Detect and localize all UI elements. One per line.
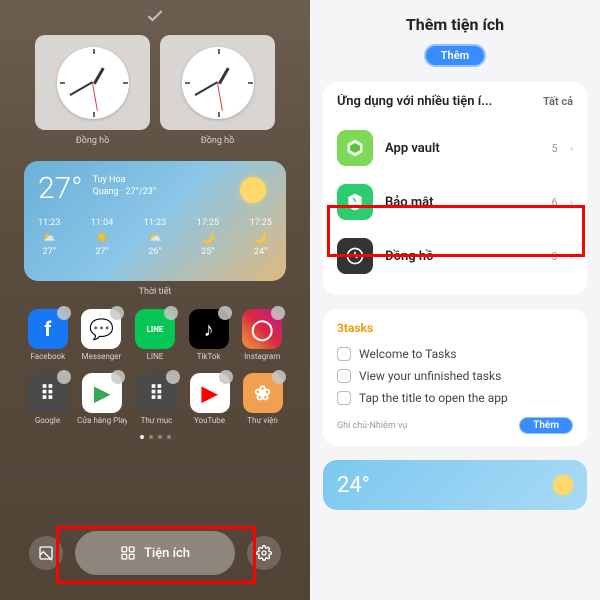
hourly-forecast-item: 11:04☀️27° [91,218,113,257]
widget-picker-panel: Thêm tiện ích Thêm Ứng dụng với nhiều ti… [310,0,600,600]
add-widget-button[interactable]: Thêm [424,44,486,67]
see-all-button[interactable]: Tất cả [543,95,573,108]
hourly-forecast-item: 17:25🌙25° [197,218,219,257]
app-cửa-hàng-play[interactable]: ▶Cửa hàng Play [77,373,127,425]
checkbox-icon[interactable] [337,347,351,361]
tasks-footer-label: Ghi chú·Nhiệm vụ [337,421,407,431]
checkbox-icon[interactable] [337,369,351,383]
task-item[interactable]: Tap the title to open the app [337,387,573,409]
highlight-security-row [327,205,585,257]
app-messenger[interactable]: 💬Messenger [78,309,126,361]
weather-location: Tuy Hoa [93,175,157,187]
add-task-widget-button[interactable]: Thêm [519,417,573,434]
clock-widget-preview[interactable]: Đồng hồ [160,35,275,146]
temperature: 24° [337,473,370,498]
weather-widget-label: Thời tiết [10,287,300,297]
weather-detail: Quang · 27°/23° [93,187,157,199]
clock-label: Đồng hồ [76,136,110,146]
sun-icon [553,475,573,495]
confirm-icon[interactable] [145,6,165,30]
checkbox-icon[interactable] [337,391,351,405]
app-thư-mục[interactable]: ⠿Thư mục [133,373,180,425]
hourly-forecast-item: 11:23⛅26° [144,218,166,257]
app-tiktok[interactable]: ♪TikTok [185,309,233,361]
task-item[interactable]: View your unfinished tasks [337,365,573,387]
app-instagram[interactable]: ◯Instagram [238,309,286,361]
highlight-widgets-button [56,526,256,584]
app-line[interactable]: LINELINE [131,309,179,361]
app-thư-viện[interactable]: ❀Thư viện [239,373,286,425]
app-youtube[interactable]: ▶YouTube [186,373,233,425]
hourly-forecast-item: 17:25🌙24° [250,218,272,257]
app-facebook[interactable]: fFacebook [24,309,72,361]
task-item[interactable]: Welcome to Tasks [337,343,573,365]
clock-label: Đồng hồ [201,136,235,146]
weather-card-preview[interactable]: 24° [323,460,587,510]
weather-widget[interactable]: 27° Tuy Hoa Quang · 27°/23° 11:23⛅27° 11:… [24,161,286,281]
app-google[interactable]: ⠿Google [24,373,71,425]
tasks-card: 3tasks Welcome to TasksView your unfinis… [323,309,587,446]
page-indicator [10,435,300,439]
card-heading: Ứng dụng với nhiều tiện í... [337,94,492,109]
temperature: 27° [38,171,83,206]
tasks-heading: 3tasks [337,321,573,335]
homescreen-edit-panel: Đồng hồ Đồng hồ 27° Tuy Hoa Quang · 27°/… [0,0,310,600]
clock-widget-preview[interactable]: Đồng hồ [35,35,150,146]
widget-app-row-app-vault[interactable]: App vault5› [337,121,573,175]
hourly-forecast-item: 11:23⛅27° [38,218,60,257]
gear-icon [256,545,272,561]
panel-title: Thêm tiện ích [310,15,600,34]
apps-with-widgets-card: Ứng dụng với nhiều tiện í... Tất cả App … [323,82,587,295]
